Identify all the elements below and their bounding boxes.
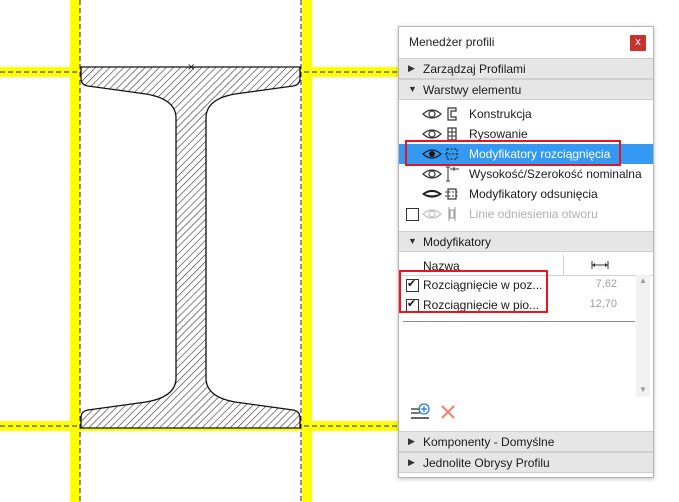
eye-icon[interactable] (422, 207, 442, 221)
panel-title: Menedżer profili (409, 35, 495, 49)
profile-manager-panel: Menedżer profili x ▶ Zarządzaj Profilami… (398, 26, 654, 478)
eye-icon[interactable] (422, 167, 442, 181)
column-divider (563, 255, 564, 275)
expand-icon: ▶ (408, 436, 415, 446)
layer-row-structure[interactable]: Konstrukcja (399, 104, 653, 124)
layer-label: Rysowanie (469, 127, 528, 141)
section-label: Komponenty - Domyślne (423, 435, 555, 449)
section-components[interactable]: ▶ Komponenty - Domyślne (399, 431, 653, 452)
expand-icon: ▶ (408, 457, 415, 467)
layer-label: Konstrukcja (469, 107, 532, 121)
offset-modifier-icon (445, 188, 459, 200)
section-modifiers[interactable]: ▼ Modyfikatory (399, 231, 653, 252)
table-separator (403, 321, 635, 322)
section-manage-profiles[interactable]: ▶ Zarządzaj Profilami (399, 58, 653, 79)
section-label: Warstwy elementu (423, 83, 522, 97)
eye-icon[interactable] (422, 127, 442, 141)
modifier-value[interactable]: 12,70 (549, 298, 617, 310)
eye-closed-icon[interactable] (422, 187, 442, 201)
collapse-icon: ▼ (408, 236, 417, 246)
layer-checkbox[interactable] (406, 208, 419, 221)
layer-label: Wysokość/Szerokość nominalna (469, 167, 642, 181)
section-profile-outlines[interactable]: ▶ Jednolite Obrysy Profilu (399, 452, 653, 473)
scroll-down-icon[interactable]: ▼ (639, 385, 647, 394)
modifier-value[interactable]: 7,62 (549, 278, 617, 290)
dimension-icon[interactable] (591, 261, 609, 269)
nominal-size-icon (446, 166, 459, 182)
close-button[interactable]: x (630, 35, 646, 51)
structure-icon (447, 107, 457, 121)
opening-reference-icon (448, 207, 456, 221)
expand-icon: ▶ (408, 63, 415, 73)
section-label: Modyfikatory (423, 235, 492, 249)
scrollbar[interactable]: ▲ ▼ (636, 275, 650, 397)
section-element-layers[interactable]: ▼ Warstwy elementu (399, 79, 653, 100)
highlight-box-modifiers (399, 270, 548, 313)
section-label: Zarządzaj Profilami (423, 62, 526, 76)
highlight-box-layer (405, 140, 621, 166)
eye-icon[interactable] (422, 107, 442, 121)
collapse-icon: ▼ (408, 84, 417, 94)
panel-titlebar[interactable]: Menedżer profili x (399, 27, 653, 57)
scroll-up-icon[interactable]: ▲ (639, 276, 647, 285)
i-beam-profile[interactable] (80, 66, 301, 429)
section-label: Jednolite Obrysy Profilu (423, 456, 550, 470)
layer-label: Modyfikatory odsunięcia (469, 187, 598, 201)
delete-icon[interactable] (440, 404, 456, 420)
layer-row-offset-modifiers[interactable]: Modyfikatory odsunięcia (399, 184, 653, 204)
layer-label: Linie odniesienia otworu (469, 207, 598, 221)
add-modifier-icon[interactable] (410, 403, 430, 421)
layer-row-nominal-size[interactable]: Wysokość/Szerokość nominalna (399, 164, 653, 184)
center-hotspot-icon[interactable]: × (187, 62, 195, 73)
layer-row-opening-reference[interactable]: Linie odniesienia otworu (399, 204, 653, 224)
